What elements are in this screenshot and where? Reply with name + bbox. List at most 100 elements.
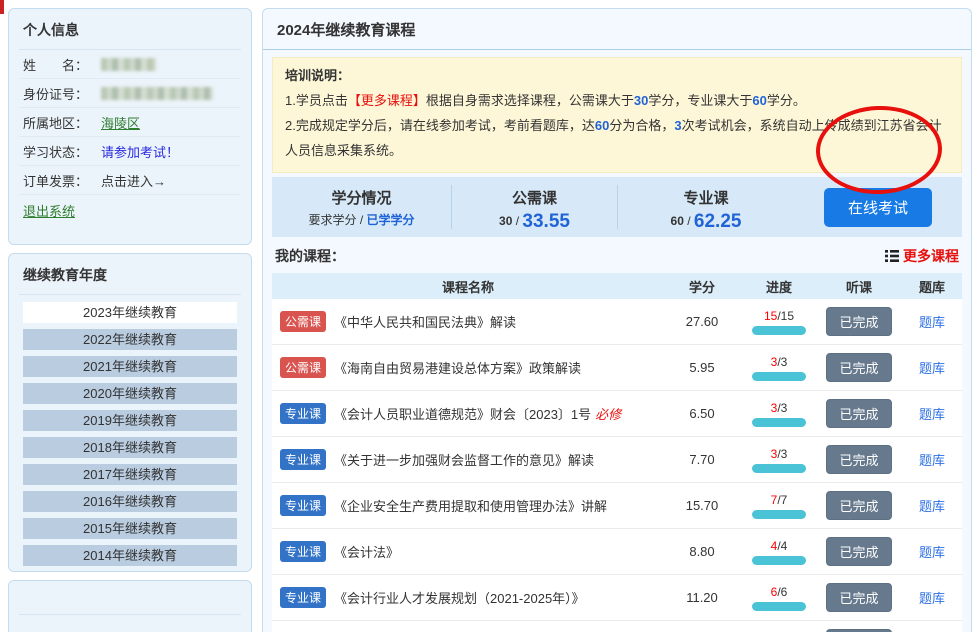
year-item-2022[interactable]: 2022年继续教育	[23, 329, 237, 350]
course-progress-cell: 3/3	[740, 355, 818, 381]
personal-info-row: 学习状态：请参加考试！	[19, 137, 241, 166]
personal-info-row: 所属地区：海陵区	[19, 108, 241, 137]
course-title-cell: 公需课《海南自由贸易港建设总体方案》政策解读	[272, 357, 664, 378]
online-exam-button[interactable]: 在线考试	[824, 188, 932, 227]
completed-button[interactable]: 已完成	[826, 583, 891, 612]
public-required-credits: 30	[499, 214, 512, 228]
progress-bar	[752, 556, 806, 565]
listen-cell: 已完成	[818, 307, 900, 336]
course-title-cell: 专业课《会计法》	[272, 541, 664, 562]
more-courses-link[interactable]: 更多课程	[885, 246, 959, 266]
more-courses-label: 更多课程	[903, 246, 959, 266]
course-title-cell: 专业课《会计人员职业道德规范》财会〔2023〕1号必修	[272, 403, 664, 424]
course-type-badge: 公需课	[280, 357, 326, 378]
year-item-2020[interactable]: 2020年继续教育	[23, 383, 237, 404]
invoice-entry-link[interactable]: 点击进入→	[101, 171, 166, 190]
progress-text: 3/3	[740, 401, 818, 415]
listen-cell: 已完成	[818, 399, 900, 428]
notice-heading: 培训说明：	[285, 64, 949, 88]
course-type-badge: 公需课	[280, 311, 326, 332]
completed-button[interactable]: 已完成	[826, 445, 891, 474]
year-item-2015[interactable]: 2015年继续教育	[23, 518, 237, 539]
course-title-cell: 专业课《会计行业人才发展规划（2021-2025年）》	[272, 587, 664, 608]
course-title: 《会计人员职业道德规范》财会〔2023〕1号	[334, 404, 591, 423]
personal-info-fields: 姓 名：身份证号：所属地区：海陵区学习状态：请参加考试！订单发票：点击进入→	[9, 50, 251, 195]
exam-attempts: 3	[674, 118, 681, 133]
progress-text: 4/4	[740, 539, 818, 553]
course-title: 《会计法》	[334, 542, 399, 561]
personal-info-row: 身份证号：	[19, 79, 241, 108]
year-item-2021[interactable]: 2021年继续教育	[23, 356, 237, 377]
listen-cell: 已完成	[818, 491, 900, 520]
year-item-2019[interactable]: 2019年继续教育	[23, 410, 237, 431]
progress-text: 15/15	[740, 309, 818, 323]
question-bank-link[interactable]: 题库	[919, 315, 945, 330]
education-years-list: 2023年继续教育 2022年继续教育 2021年继续教育 2020年继续教育 2019…	[9, 295, 251, 566]
table-row: 专业课《会计行业人才发展规划（2021-2025年）》11.206/6已完成题库	[272, 575, 962, 621]
required-tag: 必修	[595, 404, 621, 423]
completed-button[interactable]: 已完成	[826, 399, 891, 428]
table-row: 公需课《海南自由贸易港建设总体方案》政策解读5.953/3已完成题库	[272, 345, 962, 391]
year-item-2023[interactable]: 2023年继续教育	[23, 302, 237, 323]
more-courses-highlight: 【更多课程】	[348, 93, 426, 108]
course-progress-cell: 7/7	[740, 493, 818, 519]
course-progress-cell: 6/6	[740, 585, 818, 611]
course-type-badge: 专业课	[280, 495, 326, 516]
column-header: 学分	[664, 277, 740, 296]
course-progress-cell: 15/15	[740, 309, 818, 335]
region-link[interactable]: 海陵区	[101, 113, 140, 132]
table-row: 专业课《企业安全生产费用提取和使用管理办法》讲解15.707/7 已完成 题库	[272, 483, 962, 529]
question-bank-link[interactable]: 题库	[919, 499, 945, 514]
course-type-badge: 专业课	[280, 587, 326, 608]
completed-button[interactable]: 已完成	[826, 537, 891, 566]
table-row: 专业课《工会新旧会计制度有关衔接问题的处理规定》讲解12.355/5已完成题库	[272, 621, 962, 632]
credit-status-bar: 学分情况 要求学分 / 已学学分 公需课 30 / 33.55 专业课 60 /…	[272, 177, 962, 237]
bank-cell: 题库	[900, 358, 964, 377]
course-title-cell: 专业课《关于进一步加强财会监督工作的意见》解读	[272, 449, 664, 470]
year-item-2016[interactable]: 2016年继续教育	[23, 491, 237, 512]
logout-link[interactable]: 退出系统	[23, 204, 75, 219]
question-bank-link[interactable]: 题库	[919, 545, 945, 560]
year-item-2017[interactable]: 2017年继续教育	[23, 464, 237, 485]
list-icon	[885, 250, 899, 262]
public-credit-min: 30	[634, 93, 648, 108]
study-status-link[interactable]: 请参加考试！	[101, 142, 179, 161]
progress-bar	[752, 602, 806, 611]
column-header: 进度	[740, 277, 818, 296]
year-item-2014[interactable]: 2014年继续教育	[23, 545, 237, 566]
course-progress-cell: 3/3	[740, 447, 818, 473]
course-credit: 6.50	[664, 406, 740, 421]
page-title: 2024年继续教育课程	[263, 9, 971, 49]
my-courses-label: 我的课程：	[275, 246, 345, 266]
progress-total: /15	[777, 309, 794, 323]
education-years-title: 继续教育年度	[9, 254, 251, 294]
table-row: 专业课《关于进一步加强财会监督工作的意见》解读7.703/3已完成题库	[272, 437, 962, 483]
course-credit: 15.70	[664, 498, 740, 513]
question-bank-link[interactable]: 题库	[919, 361, 945, 376]
professional-course-credit-section: 专业课 60 / 62.25	[618, 185, 794, 229]
progress-total: /7	[777, 493, 787, 507]
progress-total: /6	[777, 585, 787, 599]
field-label: 订单发票：	[23, 171, 101, 190]
completed-button[interactable]: 已完成	[826, 353, 891, 382]
question-bank-link[interactable]: 题库	[919, 407, 945, 422]
progress-bar	[752, 464, 806, 473]
year-item-2018[interactable]: 2018年继续教育	[23, 437, 237, 458]
completed-button[interactable]: 已完成	[826, 307, 891, 336]
question-bank-link[interactable]: 题库	[919, 591, 945, 606]
field-label: 学习状态：	[23, 142, 101, 161]
course-credit: 8.80	[664, 544, 740, 559]
table-row: 专业课《会计人员职业道德规范》财会〔2023〕1号必修6.503/3 已完成 题库	[272, 391, 962, 437]
courses-table: 课程名称学分进度听课题库 公需课《中华人民共和国民法典》解读27.6015/15…	[272, 273, 962, 632]
professional-credit-min: 60	[752, 93, 766, 108]
personal-info-title: 个人信息	[9, 9, 251, 49]
progress-bar	[752, 372, 806, 381]
question-bank-link[interactable]: 题库	[919, 453, 945, 468]
listen-cell: 已完成	[818, 583, 900, 612]
course-title-cell: 专业课《企业安全生产费用提取和使用管理办法》讲解	[272, 495, 664, 516]
progress-text: 3/3	[740, 355, 818, 369]
field-label: 姓 名：	[23, 55, 101, 74]
bank-cell: 题库	[900, 312, 964, 331]
bottom-left-panel-header-space	[9, 581, 251, 614]
completed-button[interactable]: 已完成	[826, 491, 891, 520]
